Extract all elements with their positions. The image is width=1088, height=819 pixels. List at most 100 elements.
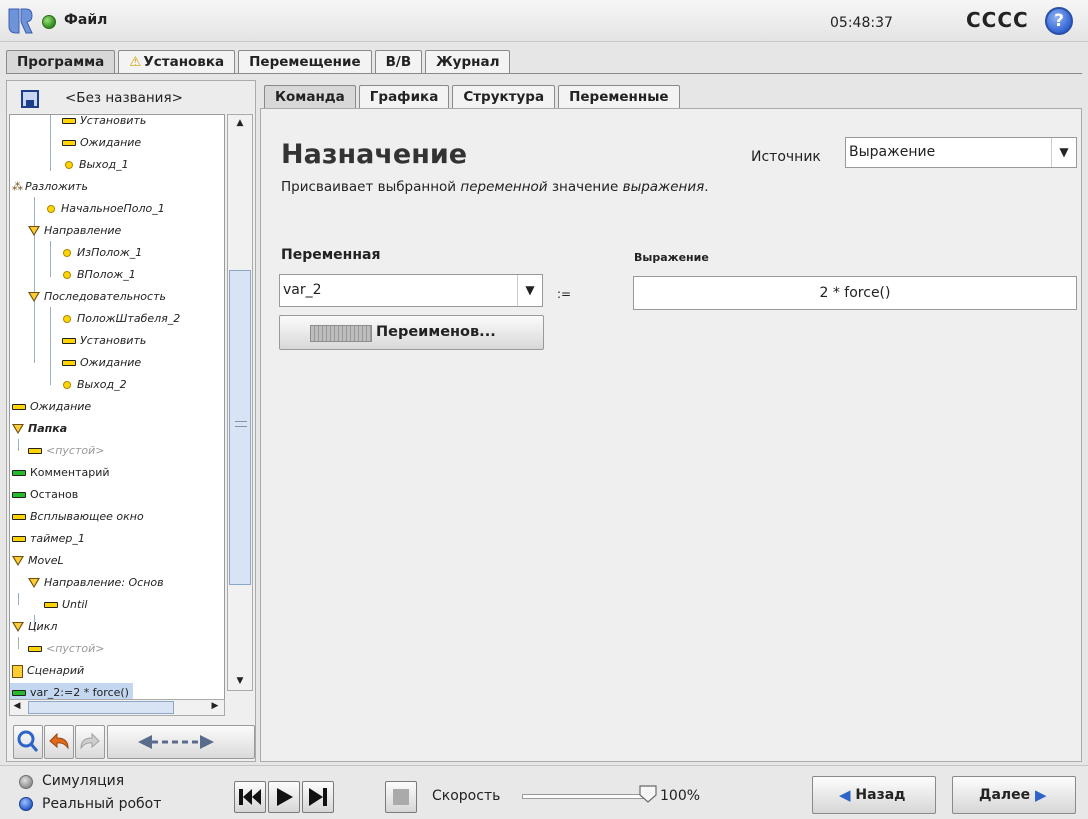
redo-button[interactable] xyxy=(75,725,105,759)
tree-node[interactable]: Цикл xyxy=(12,617,57,637)
robot-status-icon xyxy=(42,15,56,29)
tab-io[interactable]: В/В xyxy=(374,50,423,74)
keyboard-icon xyxy=(310,325,372,342)
tab-label: Перемещение xyxy=(249,54,361,70)
tree-node[interactable]: ⁂ Разложить xyxy=(12,177,88,197)
tab-graphics[interactable]: Графика xyxy=(358,85,450,109)
tab-label: Команда xyxy=(275,89,345,105)
tree-node[interactable]: таймер_1 xyxy=(12,529,85,549)
tab-command[interactable]: Команда xyxy=(264,85,356,109)
tree-node[interactable]: <пустой> xyxy=(28,639,104,659)
undo-button[interactable] xyxy=(44,725,74,759)
tab-installation[interactable]: ⚠ Установка xyxy=(118,50,236,74)
expression-field[interactable]: 2 * force() xyxy=(633,276,1077,310)
scroll-right-icon[interactable]: ▶ xyxy=(208,700,222,713)
speed-label: Скорость xyxy=(432,788,501,804)
waypoint-icon xyxy=(65,161,73,169)
tree-vertical-scrollbar[interactable]: ▲ ▼ xyxy=(227,114,253,691)
speed-slider-thumb[interactable] xyxy=(638,784,658,804)
stop-button[interactable] xyxy=(385,781,417,813)
real-robot-radio[interactable] xyxy=(19,797,33,811)
tree-node[interactable]: Установить xyxy=(62,115,146,131)
tree-node-label: Всплывающее окно xyxy=(30,510,144,523)
rename-button[interactable]: Переименов... xyxy=(279,315,544,350)
tree-node[interactable]: Папка xyxy=(12,419,67,439)
tree-node[interactable]: Установить xyxy=(62,331,146,351)
undo-icon xyxy=(49,732,69,750)
ur-logo-icon xyxy=(8,8,33,34)
speed-slider[interactable] xyxy=(522,794,648,799)
wait-node-icon xyxy=(62,360,76,366)
help-icon[interactable]: ? xyxy=(1045,7,1073,35)
tab-log[interactable]: Журнал xyxy=(425,50,511,74)
file-menu[interactable]: Файл xyxy=(64,12,107,28)
arrow-right-icon: ▶ xyxy=(1035,786,1047,804)
tree-node-label: <пустой> xyxy=(46,444,105,457)
tree-node[interactable]: <пустой> xyxy=(28,441,104,461)
folder-icon xyxy=(12,556,24,566)
tree-line xyxy=(18,439,19,451)
timer-node-icon xyxy=(12,536,26,542)
assignment-node-icon xyxy=(12,690,26,696)
tree-node[interactable]: Направление: Основ xyxy=(28,573,164,593)
tree-node[interactable]: Ожидание xyxy=(62,133,141,153)
scrollbar-thumb[interactable] xyxy=(28,701,174,714)
tree-node-label: ИзПолож_1 xyxy=(77,246,143,259)
source-select[interactable]: Выражение ▼ xyxy=(845,137,1077,168)
tree-node[interactable]: ПоложШтабеля_2 xyxy=(60,309,180,329)
tree-node[interactable]: MoveL xyxy=(12,551,64,571)
tree-node[interactable]: Направление xyxy=(28,221,121,241)
tree-node[interactable]: Сценарий xyxy=(12,661,84,681)
tree-node[interactable]: ВПолож_1 xyxy=(60,265,136,285)
tree-horizontal-scrollbar[interactable]: ◀ ▶ xyxy=(9,699,225,716)
tree-node-label: <пустой> xyxy=(46,642,105,655)
tree-node[interactable]: НачальноеПоло_1 xyxy=(44,199,165,219)
back-button-label: Назад xyxy=(855,787,906,803)
tree-node[interactable]: Последовательность xyxy=(28,287,166,307)
tab-structure[interactable]: Структура xyxy=(452,85,556,109)
program-tree[interactable]: Установить Ожидание Выход_1 ⁂ Разложить Н… xyxy=(9,114,225,706)
tree-node-label: Until xyxy=(62,598,88,611)
tab-variables[interactable]: Переменные xyxy=(558,85,680,109)
chevron-down-icon[interactable]: ▼ xyxy=(1051,138,1076,167)
tree-node[interactable]: Ожидание xyxy=(62,353,141,373)
desc-text: Присваивает выбранной xyxy=(281,179,461,195)
tab-move[interactable]: Перемещение xyxy=(238,50,372,74)
simulation-label[interactable]: Симуляция xyxy=(42,773,124,789)
command-title: Назначение xyxy=(281,139,468,170)
scroll-left-icon[interactable]: ◀ xyxy=(10,700,24,713)
tree-node[interactable]: Комментарий xyxy=(12,463,110,483)
play-button[interactable] xyxy=(268,781,300,813)
variable-select[interactable]: var_2 ▼ xyxy=(279,274,543,307)
scrollbar-thumb[interactable] xyxy=(229,270,251,585)
waypoint-icon xyxy=(63,249,71,257)
tree-node[interactable]: ИзПолож_1 xyxy=(60,243,142,263)
scroll-down-icon[interactable]: ▼ xyxy=(228,673,252,689)
tab-program[interactable]: Программа xyxy=(6,50,116,74)
save-icon[interactable] xyxy=(21,90,39,108)
tree-node[interactable]: Останов xyxy=(12,485,78,505)
tree-node-label: Последовательность xyxy=(44,290,166,303)
tree-node[interactable]: Выход_1 xyxy=(62,155,129,175)
chevron-down-icon[interactable]: ▼ xyxy=(517,275,542,306)
play-icon xyxy=(277,788,293,806)
tree-node-label: таймер_1 xyxy=(30,532,85,545)
back-button[interactable]: ◀ Назад xyxy=(812,776,936,814)
tree-node[interactable]: Всплывающее окно xyxy=(12,507,144,527)
search-button[interactable] xyxy=(13,725,43,759)
tree-node[interactable]: Until xyxy=(44,595,87,615)
rewind-button[interactable] xyxy=(234,781,266,813)
folder-icon xyxy=(12,424,24,434)
real-robot-label[interactable]: Реальный робот xyxy=(42,796,161,812)
tree-line xyxy=(18,637,19,649)
next-button[interactable]: Далее ▶ xyxy=(952,776,1076,814)
empty-node-icon xyxy=(28,448,42,454)
skip-back-icon xyxy=(239,789,261,805)
step-button[interactable] xyxy=(302,781,334,813)
tree-node[interactable]: Ожидание xyxy=(12,397,91,417)
simulation-radio[interactable] xyxy=(19,775,33,789)
move-node-button[interactable] xyxy=(107,725,255,759)
tree-node[interactable]: Выход_2 xyxy=(60,375,127,395)
scroll-up-icon[interactable]: ▲ xyxy=(228,115,252,131)
tree-line xyxy=(18,593,19,605)
